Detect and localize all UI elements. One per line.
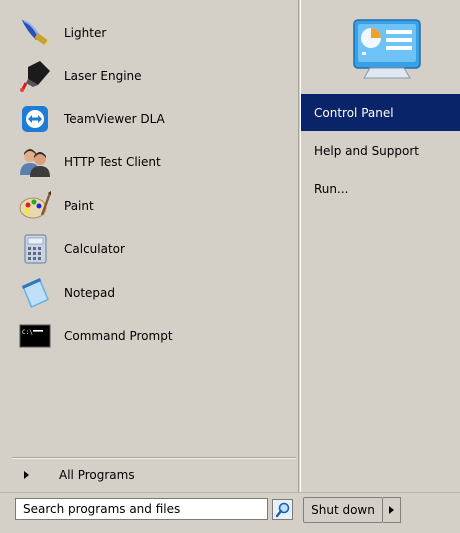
pane-separator [298,0,299,492]
program-label: Laser Engine [64,69,142,83]
all-programs-button[interactable]: All Programs [18,462,288,488]
laser-engine-icon [18,59,52,93]
program-item-paint[interactable]: Paint [18,187,290,225]
program-label: Paint [64,199,94,213]
program-item-teamviewer-dla[interactable]: TeamViewer DLA [18,100,290,138]
programs-pane: Lighter Laser Engine TeamViewer DLA HTTP… [0,0,299,492]
program-label: Calculator [64,242,125,256]
lighter-icon [18,16,52,50]
all-programs-label: All Programs [59,468,135,482]
program-label: Notepad [64,286,115,300]
program-label: HTTP Test Client [64,155,161,169]
notepad-icon [18,276,52,310]
program-item-lighter[interactable]: Lighter [18,14,290,52]
search-input[interactable]: Search programs and files [15,498,268,520]
run-label: Run... [314,181,349,196]
program-item-command-prompt[interactable]: C:\ Command Prompt [18,317,290,355]
run-link[interactable]: Run... [301,170,460,207]
http-test-client-icon [18,145,52,179]
svg-text:C:\: C:\ [22,329,33,336]
program-label: Lighter [64,26,107,40]
command-prompt-icon: C:\ [18,319,52,353]
right-arrow-icon [389,506,394,514]
programs-divider-highlight [12,458,296,459]
teamviewer-icon [18,102,52,136]
help-and-support-link[interactable]: Help and Support [301,132,460,169]
start-menu: Lighter Laser Engine TeamViewer DLA HTTP… [0,0,460,533]
shut-down-button[interactable]: Shut down [303,497,383,523]
control-panel-icon [350,14,430,80]
program-item-laser-engine[interactable]: Laser Engine [18,57,290,95]
calculator-icon [18,232,52,266]
help-and-support-label: Help and Support [314,143,419,158]
program-item-calculator[interactable]: Calculator [18,230,290,268]
right-arrow-icon [24,471,29,479]
search-icon [275,502,289,517]
program-item-http-test-client[interactable]: HTTP Test Client [18,143,290,181]
shut-down-options-button[interactable] [383,497,401,523]
paint-palette-icon [18,189,52,223]
control-panel-link[interactable]: Control Panel [301,94,460,131]
search-button[interactable] [272,499,293,520]
program-label: TeamViewer DLA [64,112,165,126]
program-item-notepad[interactable]: Notepad [18,274,290,312]
program-label: Command Prompt [64,329,173,343]
control-panel-label: Control Panel [314,105,394,120]
